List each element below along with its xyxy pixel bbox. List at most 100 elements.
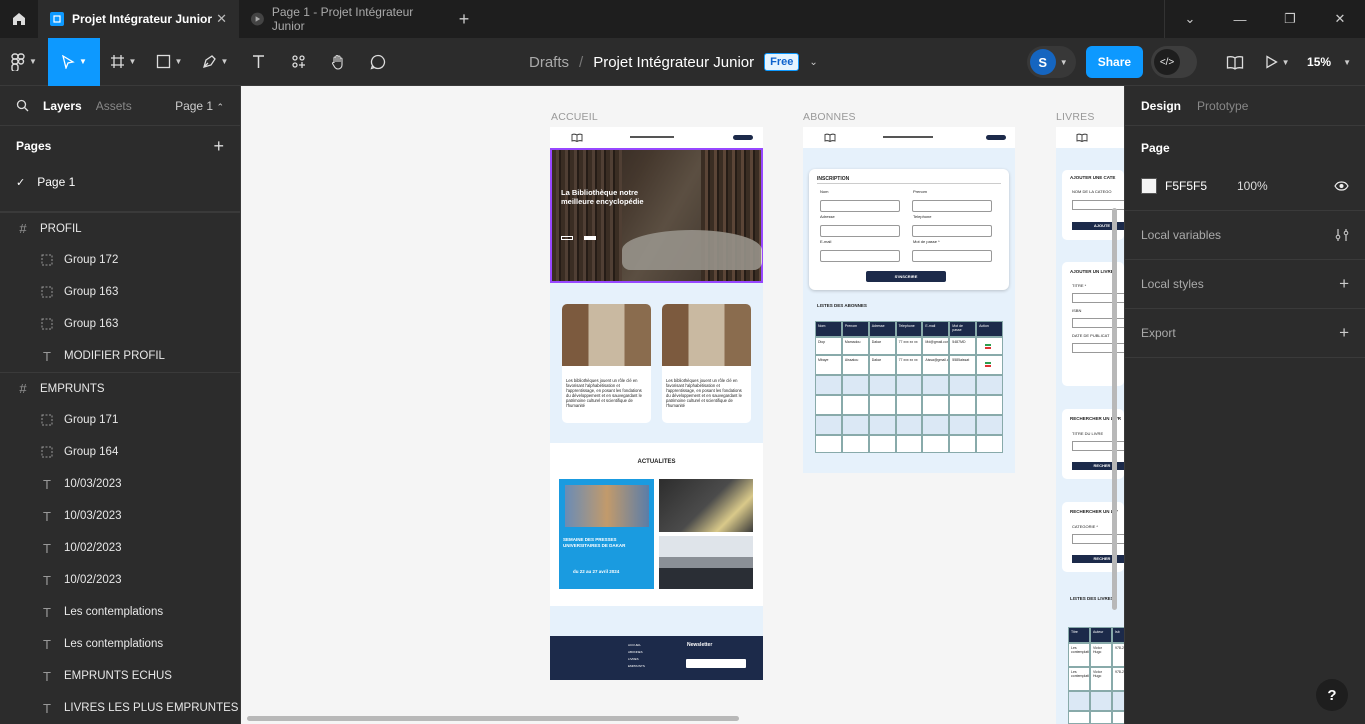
chevron-down-icon[interactable]: ⌄ — [1165, 0, 1215, 38]
tab-design[interactable]: Design — [1141, 99, 1181, 113]
frame-abonnes[interactable]: INSCRIPTION Nom Prenom Adresse Telephone… — [803, 127, 1015, 473]
close-tab-icon[interactable]: ✕ — [216, 11, 227, 27]
nav-button — [986, 135, 1006, 140]
home-button[interactable] — [0, 0, 38, 38]
layer-label: Group 163 — [64, 318, 119, 330]
tab-prototype[interactable]: Prototype — [1197, 99, 1248, 113]
restore-button[interactable]: ❐ — [1265, 0, 1315, 38]
hero-section[interactable]: La Bibliothèque notre meilleure encyclop… — [550, 148, 763, 283]
news-heading: ACTUALITES — [637, 459, 676, 465]
layer-item[interactable]: Group 163 — [0, 276, 240, 308]
layer-item[interactable]: T Les contemplations — [0, 628, 240, 660]
breadcrumb-drafts[interactable]: Drafts — [529, 54, 569, 71]
tab-prototype-view[interactable]: Page 1 - Projet Intégrateur Junior — [239, 0, 447, 38]
layer-label: LIVRES LES PLUS EMPRUNTES — [64, 702, 239, 714]
color-swatch[interactable] — [1141, 178, 1157, 194]
shape-tool[interactable]: ▼ — [146, 38, 192, 86]
table-cell — [815, 415, 842, 435]
field-label: Nom — [820, 189, 829, 194]
zoom-level[interactable]: 15% — [1299, 55, 1343, 69]
new-tab-button[interactable]: + — [447, 0, 481, 38]
frame-label-abonnes[interactable]: ABONNES — [803, 111, 856, 123]
help-button[interactable]: ? — [1316, 679, 1348, 711]
chevron-down-icon: ▼ — [1059, 57, 1068, 67]
layer-item[interactable]: Group 171 — [0, 404, 240, 436]
search-icon[interactable] — [16, 99, 29, 112]
text-icon: T — [43, 636, 51, 652]
table-cell — [976, 395, 1003, 415]
form-input — [820, 225, 900, 237]
page-color-row[interactable]: F5F5F5 100% — [1141, 170, 1349, 202]
variables-icon[interactable] — [1335, 228, 1349, 242]
components-icon — [291, 55, 305, 68]
share-button[interactable]: Share — [1085, 46, 1144, 78]
frame-label-accueil[interactable]: ACCUEIL — [551, 111, 598, 123]
vertical-scrollbar[interactable] — [1112, 208, 1117, 610]
close-window-button[interactable]: ✕ — [1315, 0, 1365, 38]
layer-item[interactable]: Group 164 — [0, 436, 240, 468]
horizontal-scrollbar[interactable] — [247, 716, 739, 721]
layer-item[interactable]: T 10/03/2023 — [0, 468, 240, 500]
page-color-hex[interactable]: F5F5F5 — [1165, 179, 1237, 193]
layer-item[interactable]: T MODIFIER PROFIL — [0, 340, 240, 372]
abonnes-navbar — [803, 127, 1015, 148]
main-menu-button[interactable]: ▼ — [0, 38, 48, 86]
resources-tool[interactable] — [278, 38, 318, 86]
add-export-button[interactable]: + — [1339, 323, 1349, 343]
add-style-button[interactable]: + — [1339, 274, 1349, 294]
chevron-down-icon[interactable]: ⌄ — [809, 57, 817, 68]
layer-item[interactable]: Group 172 — [0, 244, 240, 276]
add-page-button[interactable]: + — [213, 136, 224, 157]
field-label: Adresse — [820, 214, 835, 219]
layer-item[interactable]: T 10/03/2023 — [0, 500, 240, 532]
text-tool[interactable] — [238, 38, 278, 86]
section-title: AJOUTER UN LIVRE — [1070, 269, 1114, 274]
newsletter-input — [686, 659, 746, 668]
local-variables-row[interactable]: Local variables — [1141, 211, 1349, 259]
layers-list: # PROFIL Group 172 Group 163 Group 163 T MODIF… — [0, 212, 240, 724]
frame-accueil[interactable]: La Bibliothèque notre meilleure encyclop… — [550, 127, 763, 680]
layer-label: MODIFIER PROFIL — [64, 350, 165, 362]
text-icon: T — [43, 572, 51, 588]
table-cell: 978-2- — [1112, 643, 1124, 667]
library-button[interactable] — [1215, 38, 1255, 86]
tab-project[interactable]: Projet Intégrateur Junior ✕ — [38, 0, 239, 38]
layer-frame[interactable]: # EMPRUNTS — [0, 372, 240, 404]
minimize-button[interactable]: — — [1215, 0, 1265, 38]
multiplayer-avatars[interactable]: S ▼ — [1026, 46, 1076, 78]
field-label: E-mail — [820, 239, 832, 244]
table-header-cell: Prenom — [841, 321, 869, 337]
layer-frame[interactable]: # PROFIL — [0, 212, 240, 244]
page-selector[interactable]: Page 1 ⌃ — [175, 99, 224, 113]
project-name[interactable]: Projet Intégrateur Junior — [593, 54, 754, 71]
canvas[interactable]: ACCUEIL ABONNES LIVRES La Bibliothèque n… — [241, 86, 1124, 724]
page-opacity[interactable]: 100% — [1237, 179, 1268, 193]
layer-item[interactable]: T Les contemplations — [0, 596, 240, 628]
tab-assets[interactable]: Assets — [96, 99, 132, 113]
dev-mode-toggle[interactable]: </> — [1151, 46, 1198, 78]
pages-heading: Pages — [16, 139, 52, 153]
eye-icon[interactable] — [1334, 181, 1349, 191]
table-cell: Md@gmail.com — [922, 337, 950, 355]
table-header-cell: Titre — [1068, 627, 1090, 643]
present-button[interactable]: ▼ — [1255, 38, 1299, 86]
table-cell — [922, 435, 950, 453]
text-icon: T — [43, 540, 51, 556]
layer-item[interactable]: T 10/02/2023 — [0, 564, 240, 596]
chevron-down-icon[interactable]: ▼ — [1343, 58, 1351, 67]
table-cell — [976, 415, 1003, 435]
layer-item[interactable]: T EMPRUNTS ECHUS — [0, 660, 240, 692]
move-tool[interactable]: ▼ — [48, 37, 100, 86]
hand-tool[interactable] — [318, 38, 358, 86]
layer-item[interactable]: T LIVRES LES PLUS EMPRUNTES — [0, 692, 240, 724]
tab-layers[interactable]: Layers — [43, 99, 82, 113]
frame-label-livres[interactable]: LIVRES — [1056, 111, 1095, 123]
pen-tool[interactable]: ▼ — [192, 38, 238, 86]
breadcrumb: Drafts / Projet Intégrateur Junior Free … — [529, 38, 818, 86]
table-header-cell: Action — [976, 321, 1003, 337]
frame-tool[interactable]: ▼ — [100, 38, 146, 86]
layer-item[interactable]: T 10/02/2023 — [0, 532, 240, 564]
page-item-page-1[interactable]: ✓ Page 1 — [0, 166, 240, 198]
comment-tool[interactable] — [358, 38, 398, 86]
layer-item[interactable]: Group 163 — [0, 308, 240, 340]
